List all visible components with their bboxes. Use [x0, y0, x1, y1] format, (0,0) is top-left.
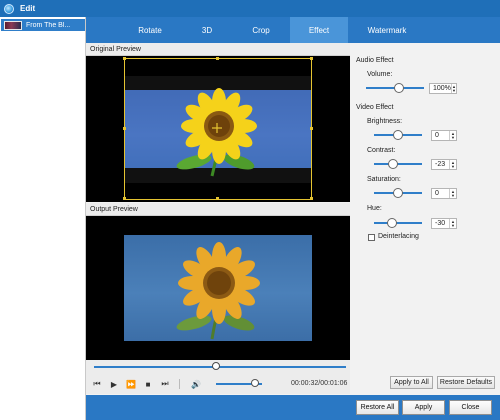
brightness-label: Brightness: — [367, 118, 403, 125]
saturation-spinbox[interactable]: 0 ▲ ▼ — [431, 188, 457, 199]
spin-arrows-icon[interactable]: ▲ ▼ — [449, 219, 456, 228]
sunflower-image — [176, 242, 260, 340]
volume-spinbox[interactable]: 100% ▲ ▼ — [429, 83, 457, 94]
hue-spinbox[interactable]: -30 ▲ ▼ — [431, 218, 457, 229]
video-thumbnail — [4, 20, 22, 30]
original-preview-label: Original Preview — [86, 43, 350, 56]
spin-arrows-icon[interactable]: ▲ ▼ — [449, 131, 456, 140]
crop-handle[interactable] — [310, 57, 313, 60]
slider-track[interactable] — [374, 222, 422, 224]
bottom-bar: Restore All Apply Close — [86, 395, 500, 420]
audio-effect-title: Audio Effect — [356, 57, 394, 64]
close-button[interactable]: Close — [449, 400, 492, 415]
output-preview — [86, 216, 350, 360]
contrast-label: Contrast: — [367, 147, 396, 154]
spin-arrows-icon[interactable]: ▲ ▼ — [449, 160, 456, 169]
seek-thumb[interactable] — [212, 362, 221, 370]
crop-handle[interactable] — [123, 57, 126, 60]
brightness-value: 0 — [435, 132, 439, 139]
fast-forward-icon[interactable]: ⏩ — [125, 378, 137, 390]
brightness-spinbox[interactable]: 0 ▲ ▼ — [431, 130, 457, 141]
volume-icon[interactable]: 🔊 — [190, 378, 202, 390]
output-video-frame — [124, 235, 312, 341]
spin-arrows-icon[interactable]: ▲ ▼ — [449, 189, 456, 198]
restore-all-button[interactable]: Restore All — [356, 400, 399, 415]
volume-label: Volume: — [367, 71, 393, 78]
crop-handle[interactable] — [123, 197, 126, 200]
tab-rotate[interactable]: Rotate — [118, 17, 182, 43]
apply-to-all-button[interactable]: Apply to All — [390, 376, 433, 389]
deinterlacing-checkbox[interactable] — [368, 234, 375, 241]
app-logo-icon — [4, 3, 14, 14]
contrast-spinbox[interactable]: -23 ▲ ▼ — [431, 159, 457, 170]
restore-defaults-button[interactable]: Restore Defaults — [437, 376, 495, 389]
brightness-slider[interactable] — [374, 130, 422, 140]
tab-watermark[interactable]: Watermark — [348, 17, 426, 43]
spin-arrows-icon[interactable]: ▲ ▼ — [450, 84, 456, 93]
volume-slider-thumb[interactable] — [251, 379, 260, 387]
video-effect-title: Video Effect — [356, 104, 394, 111]
deinterlacing-label: Deinterlacing — [378, 233, 419, 240]
volume-value: 100% — [433, 85, 451, 92]
crop-handle[interactable] — [216, 57, 219, 60]
timecode: 00:00:32/00:01:06 — [291, 380, 348, 387]
file-list: From The Bl... — [0, 17, 86, 420]
stop-icon[interactable]: ■ — [142, 378, 154, 390]
slider-knob[interactable] — [387, 218, 397, 228]
saturation-value: 0 — [435, 190, 439, 197]
hue-label: Hue: — [367, 205, 382, 212]
tab-effect[interactable]: Effect — [290, 17, 348, 43]
effect-settings-panel: Audio Effect Volume: 100% ▲ ▼ Video Effec… — [352, 43, 500, 395]
tab-3d[interactable]: 3D — [182, 17, 232, 43]
skip-back-icon[interactable]: ⏮ — [91, 378, 103, 390]
tab-crop[interactable]: Crop — [232, 17, 290, 43]
saturation-label: Saturation: — [367, 176, 401, 183]
file-list-item[interactable]: From The Bl... — [1, 19, 85, 31]
contrast-value: -23 — [435, 161, 446, 168]
file-name: From The Bl... — [26, 21, 71, 29]
audio-volume-slider[interactable] — [366, 83, 424, 93]
window-title: Edit — [20, 4, 36, 13]
crop-handle[interactable] — [310, 127, 313, 130]
seek-bar[interactable] — [86, 360, 350, 374]
title-bar: Edit — [0, 0, 500, 17]
play-icon[interactable]: ▶ — [108, 378, 120, 390]
hue-slider[interactable] — [374, 218, 422, 228]
crop-handle[interactable] — [310, 197, 313, 200]
edit-window: Edit From The Bl... Rotate 3D Crop Effec… — [0, 0, 500, 420]
hue-value: -30 — [435, 220, 446, 227]
original-preview — [86, 56, 350, 202]
slider-knob[interactable] — [388, 159, 398, 169]
crop-handle[interactable] — [123, 127, 126, 130]
saturation-slider[interactable] — [374, 188, 422, 198]
transport-controls: ⏮ ▶ ⏩ ■ ⏭ 🔊 00:00:32/00:01:06 — [86, 374, 350, 394]
contrast-slider[interactable] — [374, 159, 422, 169]
edit-tabs: Rotate 3D Crop Effect Watermark — [86, 17, 500, 43]
crop-handle[interactable] — [216, 197, 219, 200]
seek-track[interactable] — [94, 366, 346, 368]
slider-track[interactable] — [374, 163, 422, 165]
slider-knob[interactable] — [393, 130, 403, 140]
apply-button[interactable]: Apply — [402, 400, 445, 415]
divider — [179, 379, 180, 389]
output-preview-label: Output Preview — [86, 203, 350, 216]
crosshair-icon — [212, 123, 222, 133]
slider-knob[interactable] — [394, 83, 404, 93]
skip-forward-icon[interactable]: ⏭ — [159, 378, 171, 390]
slider-knob[interactable] — [393, 188, 403, 198]
